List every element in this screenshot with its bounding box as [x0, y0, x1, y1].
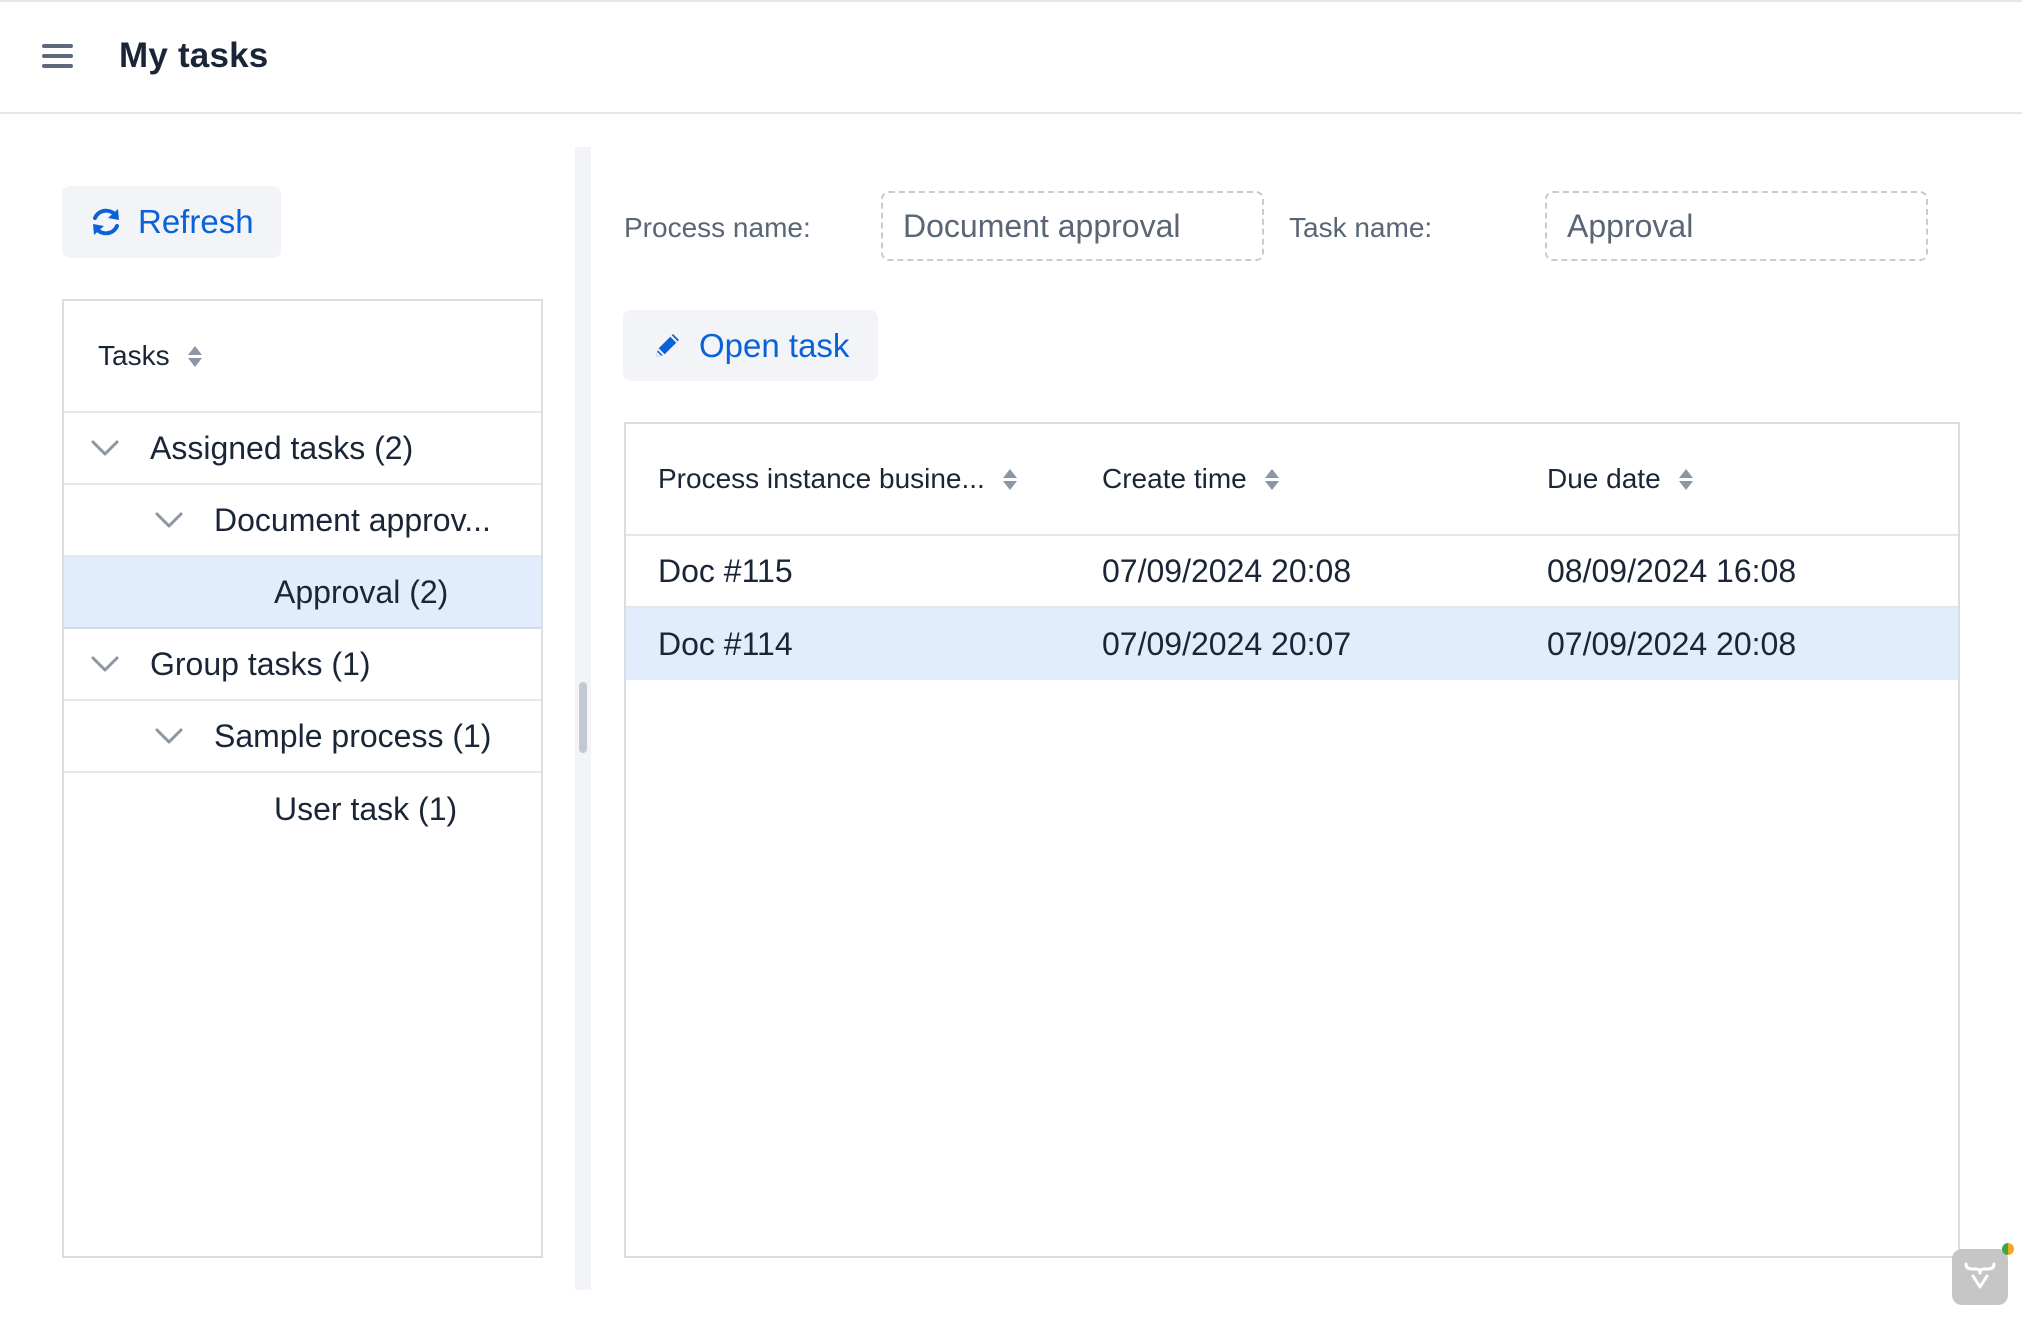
cell-create-time: 07/09/2024 20:07 [1102, 625, 1352, 662]
page-title: My tasks [119, 36, 269, 75]
table-row[interactable]: Doc #114 07/09/2024 20:07 07/09/2024 20:… [626, 608, 1958, 680]
tree-column-header[interactable]: Tasks [64, 301, 541, 413]
tree-item-user-task[interactable]: User task (1) [64, 773, 541, 845]
menu-line [42, 54, 73, 58]
tree-item-label: Sample process (1) [214, 717, 492, 754]
tree-item-sample-process[interactable]: Sample process (1) [64, 701, 541, 773]
refresh-button[interactable]: Refresh [62, 186, 281, 258]
table-header: Process instance busine... Create time D… [626, 424, 1958, 536]
top-navbar: My tasks [0, 0, 2022, 114]
tasks-tree-grid[interactable]: Tasks Assigned tasks (2) Document approv… [62, 299, 543, 1258]
column-header-label: Create time [1102, 463, 1247, 494]
tree-item-assigned-tasks[interactable]: Assigned tasks (2) [64, 413, 541, 485]
splitter-handle[interactable] [579, 682, 587, 753]
column-header-label: Due date [1547, 463, 1661, 494]
cell-business-key: Doc #115 [658, 552, 793, 589]
sort-icon[interactable] [1002, 468, 1017, 490]
chevron-down-icon[interactable] [154, 726, 184, 746]
refresh-icon [88, 204, 124, 240]
task-name-label: Task name: [1289, 212, 1433, 243]
open-task-button[interactable]: Open task [623, 310, 878, 381]
hamburger-menu-icon[interactable] [40, 40, 76, 72]
dev-tools-badge[interactable] [1952, 1243, 2014, 1305]
column-header-due-date[interactable]: Due date [1515, 463, 1958, 495]
dev-mode-status-dot [2002, 1243, 2014, 1255]
cell-create-time: 07/09/2024 20:08 [1102, 552, 1352, 589]
vaadin-logo-icon [1963, 1260, 1997, 1295]
tree-item-label: User task (1) [274, 790, 458, 827]
tree-column-header-label: Tasks [98, 340, 170, 371]
split-layout-splitter[interactable] [575, 147, 591, 1290]
tree-item-label: Group tasks (1) [150, 645, 371, 682]
column-header-label: Process instance busine... [658, 463, 985, 494]
cell-due-date: 08/09/2024 16:08 [1547, 552, 1797, 589]
refresh-button-label: Refresh [138, 203, 254, 240]
chevron-down-icon[interactable] [90, 654, 120, 674]
tree-item-group-tasks[interactable]: Group tasks (1) [64, 629, 541, 701]
table-row[interactable]: Doc #115 07/09/2024 20:08 08/09/2024 16:… [626, 536, 1958, 608]
menu-line [42, 64, 73, 68]
cell-business-key: Doc #114 [658, 625, 793, 662]
tree-item-label: Document approv... [214, 501, 491, 538]
chevron-down-icon[interactable] [90, 438, 120, 458]
sort-icon[interactable] [187, 345, 202, 367]
cell-due-date: 07/09/2024 20:08 [1547, 625, 1797, 662]
tree-item-label: Approval (2) [274, 573, 449, 610]
tree-item-label: Assigned tasks (2) [150, 429, 414, 466]
column-header-create-time[interactable]: Create time [1070, 463, 1515, 495]
tree-item-document-approval[interactable]: Document approv... [64, 485, 541, 557]
tree-item-approval[interactable]: Approval (2) [64, 557, 541, 629]
pencil-icon [649, 328, 685, 364]
sort-icon[interactable] [1678, 468, 1693, 490]
chevron-down-icon[interactable] [154, 510, 184, 530]
task-name-field: Approval [1545, 191, 1928, 261]
tasks-table[interactable]: Process instance busine... Create time D… [624, 422, 1960, 1258]
process-name-field: Document approval [881, 191, 1264, 261]
sort-icon[interactable] [1264, 468, 1279, 490]
menu-line [42, 44, 73, 48]
process-name-label: Process name: [624, 212, 811, 243]
open-task-button-label: Open task [699, 326, 850, 364]
column-header-business-key[interactable]: Process instance busine... [626, 463, 1070, 495]
